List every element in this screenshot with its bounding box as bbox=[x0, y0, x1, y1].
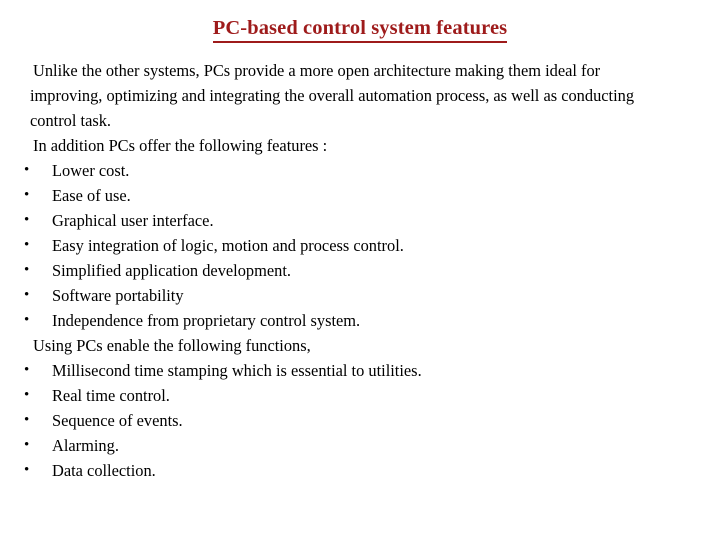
bullet-icon: • bbox=[24, 287, 30, 303]
list-item-label: Millisecond time stamping which is essen… bbox=[52, 361, 422, 380]
bullet-icon: • bbox=[24, 412, 30, 428]
list-item: • Millisecond time stamping which is ess… bbox=[0, 358, 720, 383]
list-item-label: Lower cost. bbox=[52, 161, 130, 180]
features-lead-in: In addition PCs offer the following feat… bbox=[33, 136, 328, 155]
bullet-icon: • bbox=[24, 462, 30, 478]
list-item: • Real time control. bbox=[0, 383, 720, 408]
list-item: • Ease of use. bbox=[0, 183, 720, 208]
intro-paragraph-line: control task. bbox=[30, 111, 112, 130]
slide-body: Unlike the other systems, PCs provide a … bbox=[0, 58, 720, 483]
list-item: • Simplified application development. bbox=[0, 258, 720, 283]
bullet-icon: • bbox=[24, 437, 30, 453]
bullet-icon: • bbox=[24, 387, 30, 403]
list-item-label: Sequence of events. bbox=[52, 411, 183, 430]
bullet-icon: • bbox=[24, 362, 30, 378]
intro-paragraph-line: improving, optimizing and integrating th… bbox=[30, 86, 635, 105]
intro-paragraph-line: Unlike the other systems, PCs provide a … bbox=[33, 61, 601, 80]
list-item-label: Alarming. bbox=[52, 436, 119, 455]
list-item-label: Software portability bbox=[52, 286, 184, 305]
functions-lead-in: Using PCs enable the following functions… bbox=[33, 336, 311, 355]
slide-title-text: PC-based control system features bbox=[212, 17, 508, 43]
bullet-icon: • bbox=[24, 237, 30, 253]
list-item: • Independence from proprietary control … bbox=[0, 308, 720, 333]
list-item: • Lower cost. bbox=[0, 158, 720, 183]
bullet-icon: • bbox=[24, 187, 30, 203]
list-item-label: Independence from proprietary control sy… bbox=[52, 311, 361, 330]
list-item: • Software portability bbox=[0, 283, 720, 308]
bullet-icon: • bbox=[24, 162, 30, 178]
list-item: • Sequence of events. bbox=[0, 408, 720, 433]
list-item-label: Graphical user interface. bbox=[52, 211, 214, 230]
bullet-icon: • bbox=[24, 262, 30, 278]
list-item: • Alarming. bbox=[0, 433, 720, 458]
slide-title: PC-based control system features bbox=[0, 17, 720, 43]
list-item: • Graphical user interface. bbox=[0, 208, 720, 233]
list-item-label: Data collection. bbox=[52, 461, 156, 480]
list-item-label: Simplified application development. bbox=[52, 261, 291, 280]
list-item-label: Real time control. bbox=[52, 386, 170, 405]
list-item-label: Ease of use. bbox=[52, 186, 131, 205]
bullet-icon: • bbox=[24, 312, 30, 328]
list-item: • Data collection. bbox=[0, 458, 720, 483]
slide-canvas: PC-based control system features Unlike … bbox=[0, 0, 720, 540]
list-item: • Easy integration of logic, motion and … bbox=[0, 233, 720, 258]
bullet-icon: • bbox=[24, 212, 30, 228]
list-item-label: Easy integration of logic, motion and pr… bbox=[52, 236, 404, 255]
